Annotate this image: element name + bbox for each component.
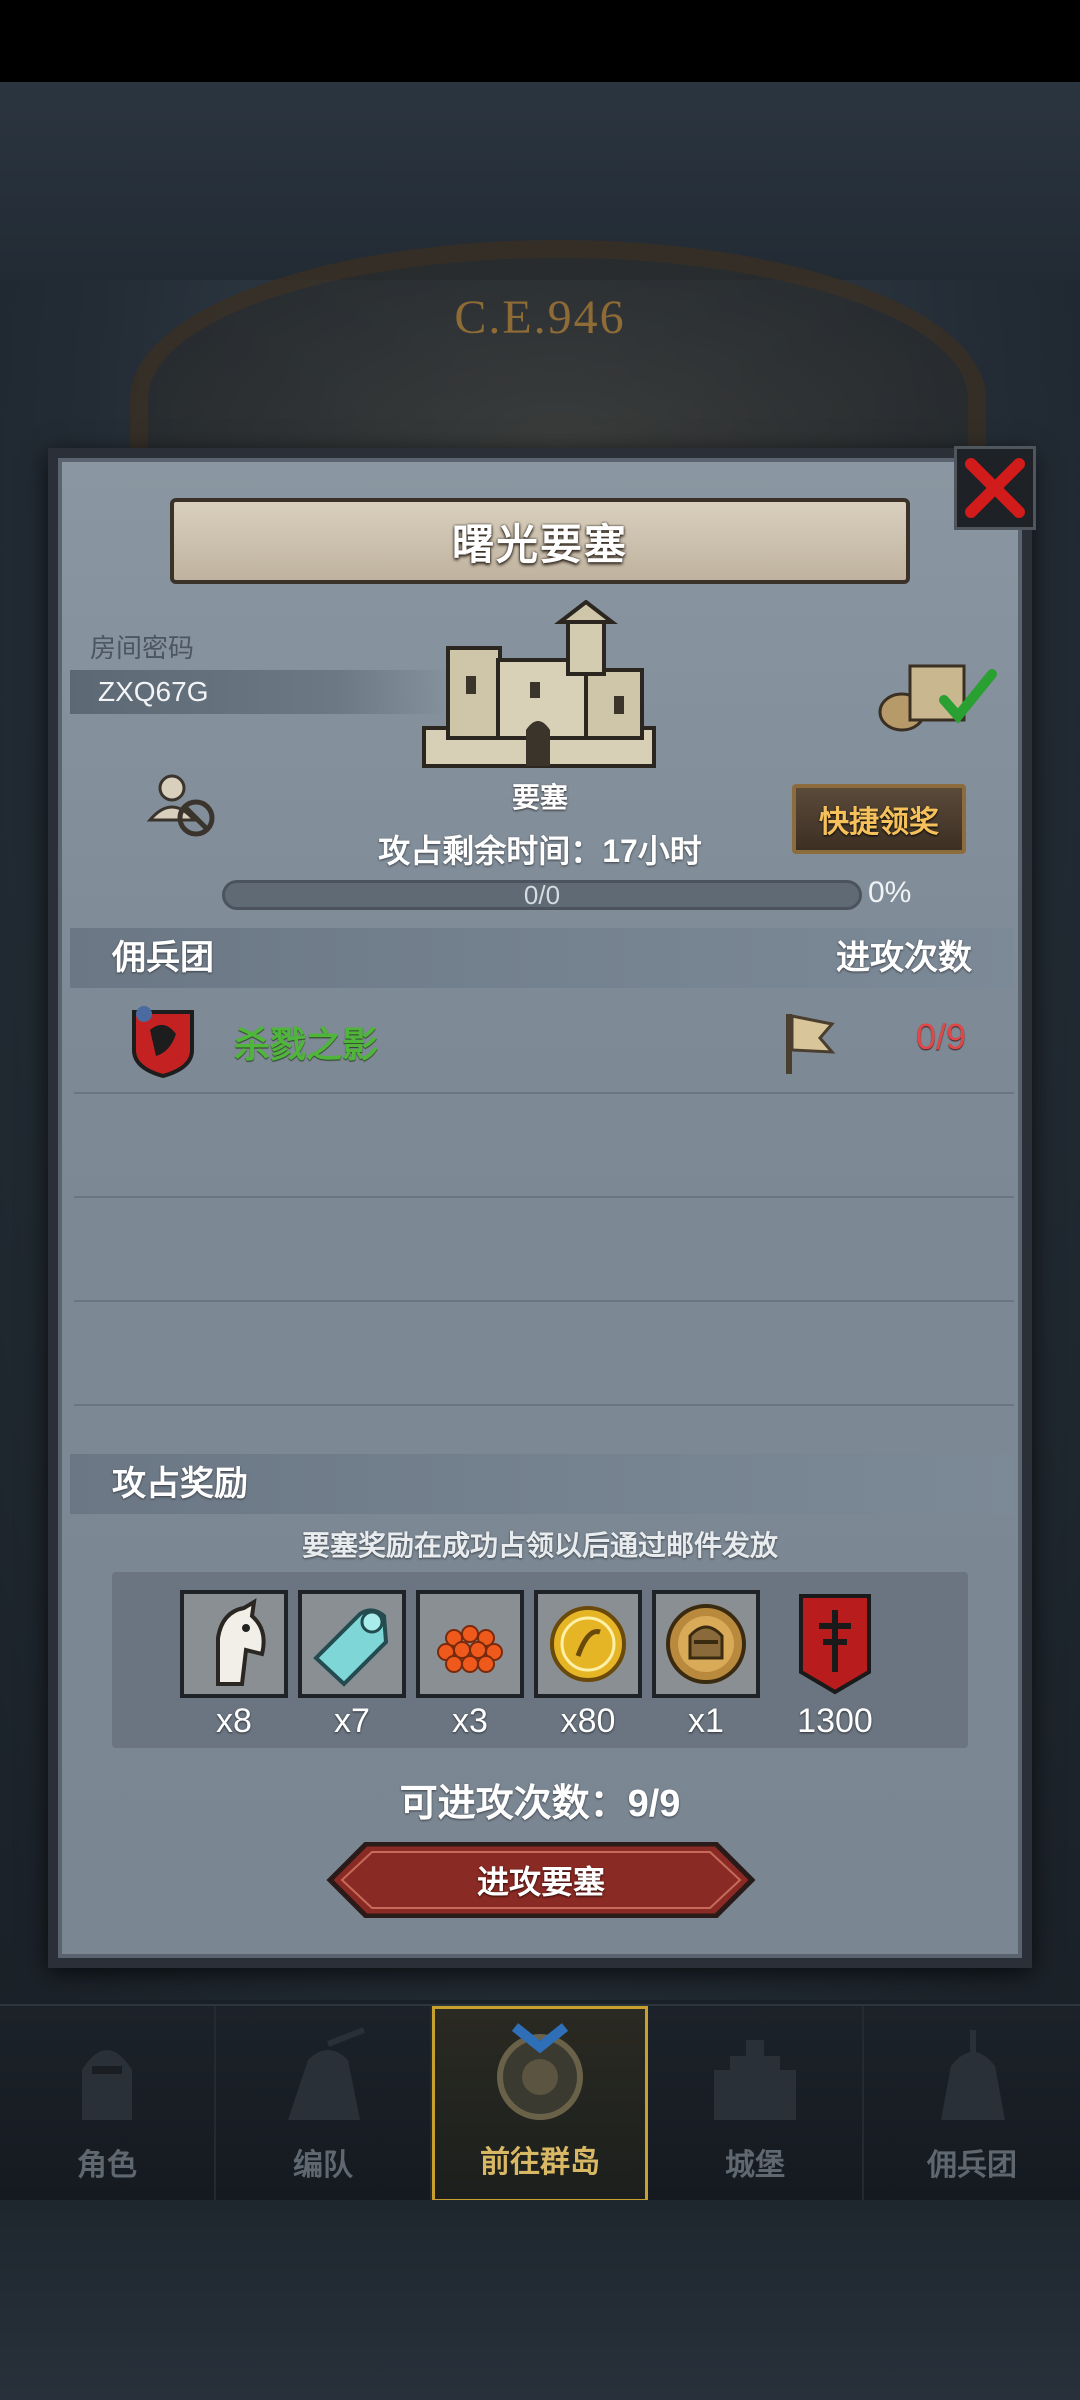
nav-label: 编队: [293, 2149, 353, 2182]
background-bottom: [0, 2200, 1080, 2400]
nav-item-character[interactable]: 角色: [0, 2006, 216, 2202]
mercenary-icon: [941, 2030, 1005, 2120]
guild-shield-icon: [132, 1006, 194, 1078]
room-code-label: 房间密码: [90, 633, 195, 663]
mercenary-header: 佣兵团: [112, 939, 214, 977]
reward-header: 攻占奖励: [112, 1465, 248, 1503]
reward-item[interactable]: x80: [534, 1590, 642, 1741]
mercenary-section-header: 佣兵团 进攻次数: [70, 928, 1014, 988]
reward-qty: x8: [216, 1702, 252, 1740]
attack-button-label: 进攻要塞: [476, 1864, 605, 1900]
cloth-icon: [298, 1590, 406, 1698]
empty-row: [74, 1196, 1014, 1302]
knight-medal-icon: [652, 1590, 760, 1698]
empty-row: [74, 1092, 1014, 1198]
reward-section-header: 攻占奖励: [70, 1454, 1014, 1514]
reward-item[interactable]: x3: [416, 1590, 524, 1741]
progress-text: 0/0: [523, 880, 561, 910]
dialog-title: 曙光要塞: [451, 520, 628, 568]
mercenary-row[interactable]: 杀戮之影 0/9: [74, 988, 1014, 1094]
year-text: C.E.946: [454, 291, 626, 344]
reward-qty: x7: [334, 1702, 370, 1740]
knight-icon: [82, 2050, 132, 2120]
status-bar: [0, 0, 1080, 82]
nav-item-mercenary[interactable]: 佣兵团: [864, 2006, 1080, 2202]
mercenary-attack-count: 0/9: [915, 1016, 966, 1057]
castle-icon: [714, 2040, 796, 2120]
progress-percent: 0%: [868, 876, 912, 909]
nav-item-formation[interactable]: 编队: [216, 2006, 432, 2202]
banner-icon: [770, 1590, 900, 1698]
occupation-progress-bar: 0/0: [222, 880, 862, 910]
flag-icon: [786, 1014, 836, 1074]
reward-item[interactable]: x8: [180, 1590, 288, 1741]
nav-label: 前往群岛: [480, 2146, 600, 2179]
reward-item[interactable]: x7: [298, 1590, 406, 1741]
nav-item-castle[interactable]: 城堡: [648, 2006, 864, 2202]
gold-coin-icon: [534, 1590, 642, 1698]
reward-qty: x80: [560, 1702, 616, 1740]
reward-qty: x3: [452, 1702, 488, 1740]
horse-icon: [180, 1590, 288, 1698]
attacks-header: 进攻次数: [836, 939, 972, 977]
empty-row: [74, 1300, 1014, 1406]
title-plate: 曙光要塞: [170, 498, 910, 584]
nav-label: 佣兵团: [927, 2149, 1017, 2182]
reward-item[interactable]: x1: [652, 1590, 760, 1741]
nav-label: 城堡: [725, 2149, 785, 2182]
building-label: 要塞: [511, 782, 568, 813]
formation-icon: [288, 2027, 366, 2120]
close-button[interactable]: [954, 446, 1036, 530]
nav-item-islands[interactable]: 前往群岛: [432, 2006, 648, 2202]
attack-fortress-button[interactable]: 进攻要塞: [326, 1842, 756, 1918]
bottom-navigation: 角色 编队 前往群岛 城堡 佣兵团: [0, 2004, 1080, 2202]
claimed-rewards-icon[interactable]: [874, 660, 998, 732]
reward-item[interactable]: 1300: [770, 1590, 900, 1741]
remaining-time: 攻占剩余时间：17小时: [378, 833, 702, 869]
close-icon: [965, 458, 1025, 518]
attacks-remaining: 可进攻次数：9/9: [399, 1783, 681, 1825]
rewards-panel: x8 x7 x3 x80 x1 1300: [112, 1572, 968, 1748]
nav-label: 角色: [77, 2149, 137, 2182]
reward-qty: x1: [688, 1702, 724, 1740]
compass-icon: [497, 2023, 583, 2120]
reward-note: 要塞奖励在成功占领以后通过邮件发放: [301, 1530, 778, 1561]
reward-qty: 1300: [797, 1702, 873, 1740]
room-code: ZXQ67G: [70, 670, 450, 714]
mercenary-name: 杀戮之影: [234, 1024, 379, 1065]
fish-eggs-icon: [416, 1590, 524, 1698]
fortress-castle-icon: [422, 600, 656, 768]
